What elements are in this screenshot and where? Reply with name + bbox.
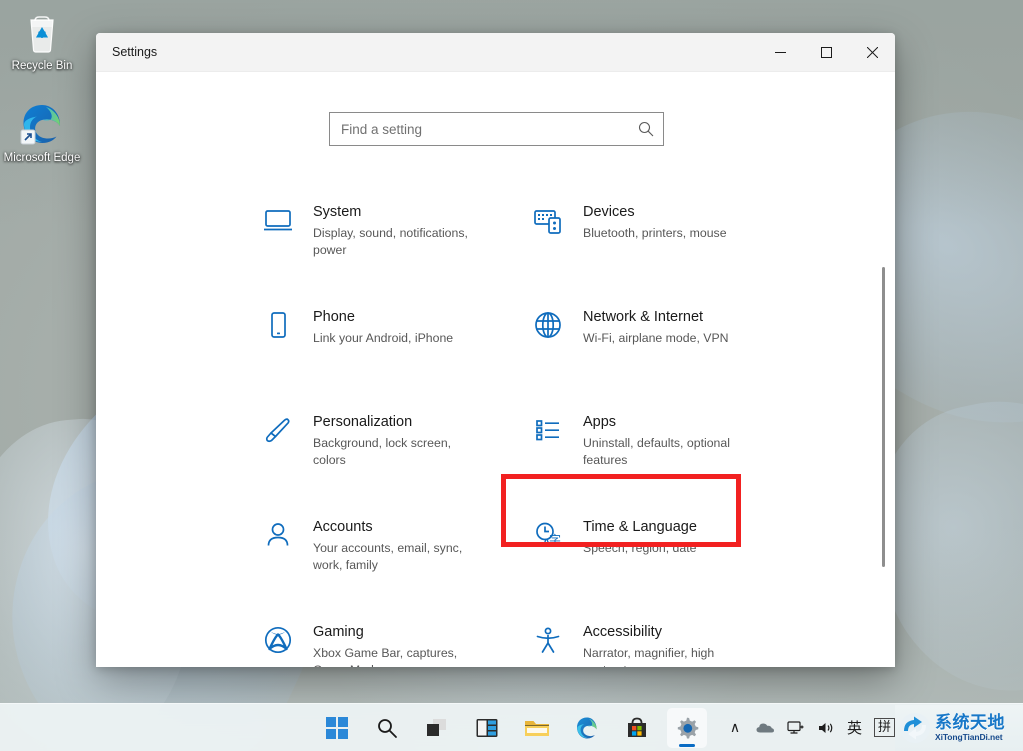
tile-subtitle: Wi-Fi, airplane mode, VPN	[583, 330, 729, 347]
taskbar-button-search[interactable]	[367, 708, 407, 748]
close-button[interactable]	[849, 33, 895, 72]
window-titlebar[interactable]: Settings	[96, 33, 895, 72]
tile-subtitle: Xbox Game Bar, captures, Game Mode	[313, 645, 473, 667]
taskbar-button-widgets[interactable]	[467, 708, 507, 748]
tile-row: Phone Link your Android, iPhone Network …	[246, 297, 855, 402]
taskbar-button-settings[interactable]	[667, 708, 707, 748]
tile-title: System	[313, 203, 473, 222]
taskbar-center-group	[317, 708, 707, 748]
settings-window[interactable]: Settings	[96, 33, 895, 667]
tile-text: System Display, sound, notifications, po…	[300, 202, 473, 259]
tile-subtitle: Narrator, magnifier, high contrast	[583, 645, 743, 667]
tile-text: Apps Uninstall, defaults, optional featu…	[570, 412, 743, 469]
taskbar-button-task-view[interactable]	[417, 708, 457, 748]
person-icon	[256, 517, 300, 550]
paintbrush-icon	[256, 412, 300, 445]
tile-subtitle: Uninstall, defaults, optional features	[583, 435, 743, 469]
xbox-icon	[256, 622, 300, 655]
search-input[interactable]	[341, 122, 637, 137]
taskbar-button-start[interactable]	[317, 708, 357, 748]
tile-subtitle: Your accounts, email, sync, work, family	[313, 540, 473, 574]
clock-language-icon: A 字	[526, 517, 570, 550]
watermark-title-cn: 系统天地	[935, 714, 1005, 731]
ime-language-indicator[interactable]: 英	[847, 717, 862, 738]
list-icon	[526, 412, 570, 445]
search-area	[329, 112, 664, 146]
tile-text: Network & Internet Wi-Fi, airplane mode,…	[570, 307, 729, 347]
show-hidden-icons-button[interactable]: ∧	[727, 719, 743, 736]
edge-icon	[18, 100, 66, 148]
vertical-scrollbar[interactable]	[881, 72, 887, 667]
svg-text:字: 字	[549, 532, 561, 547]
settings-tile-time-language[interactable]: A 字 Time & Language Speech, region, date	[516, 507, 786, 612]
tile-text: Time & Language Speech, region, date	[570, 517, 697, 557]
settings-tile-accounts[interactable]: Accounts Your accounts, email, sync, wor…	[246, 507, 516, 612]
minimize-button[interactable]	[757, 33, 803, 72]
search-box[interactable]	[329, 112, 664, 146]
tile-title: Apps	[583, 413, 743, 432]
tile-title: Time & Language	[583, 518, 697, 537]
tile-title: Accessibility	[583, 623, 743, 642]
settings-tile-apps[interactable]: Apps Uninstall, defaults, optional featu…	[516, 402, 786, 507]
desktop-icon-microsoft-edge[interactable]: Microsoft Edge	[0, 100, 84, 165]
tile-text: Gaming Xbox Game Bar, captures, Game Mod…	[300, 622, 473, 667]
taskbar-button-microsoft-store[interactable]	[617, 708, 657, 748]
accessibility-icon	[526, 622, 570, 655]
recycle-bin-icon	[18, 8, 66, 56]
tile-title: Accounts	[313, 518, 473, 537]
site-watermark: 系统天地 XiTongTianDi.net	[895, 705, 1023, 751]
tile-subtitle: Background, lock screen, colors	[313, 435, 473, 469]
ime-pinyin-indicator[interactable]: 拼	[874, 718, 895, 737]
phone-icon	[256, 307, 300, 340]
tile-title: Personalization	[313, 413, 473, 432]
scrollbar-thumb[interactable]	[882, 267, 885, 567]
settings-tile-network-internet[interactable]: Network & Internet Wi-Fi, airplane mode,…	[516, 297, 786, 402]
tile-text: Devices Bluetooth, printers, mouse	[570, 202, 727, 242]
desktop-icon-label: Recycle Bin	[0, 60, 84, 73]
tile-subtitle: Link your Android, iPhone	[313, 330, 453, 347]
tile-row: Gaming Xbox Game Bar, captures, Game Mod…	[246, 612, 855, 667]
tile-subtitle: Display, sound, notifications, power	[313, 225, 473, 259]
taskbar-button-file-explorer[interactable]	[517, 708, 557, 748]
system-tray: ∧ 英 拼	[727, 717, 895, 738]
search-icon[interactable]	[637, 120, 655, 138]
tile-row: Personalization Background, lock screen,…	[246, 402, 855, 507]
desktop-icon-label: Microsoft Edge	[0, 152, 84, 165]
onedrive-icon[interactable]	[755, 720, 775, 736]
maximize-button[interactable]	[803, 33, 849, 72]
settings-tile-accessibility[interactable]: Accessibility Narrator, magnifier, high …	[516, 612, 786, 667]
tile-text: Phone Link your Android, iPhone	[300, 307, 453, 347]
desktop-icon-recycle-bin[interactable]: Recycle Bin	[0, 8, 84, 73]
watermark-title-en: XiTongTianDi.net	[935, 733, 1005, 742]
tile-title: Devices	[583, 203, 727, 222]
tile-row: System Display, sound, notifications, po…	[246, 192, 855, 297]
settings-tile-gaming[interactable]: Gaming Xbox Game Bar, captures, Game Mod…	[246, 612, 516, 667]
monitor-icon	[256, 202, 300, 235]
taskbar[interactable]: ∧ 英 拼	[0, 703, 1023, 751]
tile-title: Gaming	[313, 623, 473, 642]
settings-tile-devices[interactable]: Devices Bluetooth, printers, mouse	[516, 192, 786, 297]
settings-body: System Display, sound, notifications, po…	[96, 72, 895, 667]
settings-tile-phone[interactable]: Phone Link your Android, iPhone	[246, 297, 516, 402]
devices-icon	[526, 202, 570, 235]
taskbar-button-microsoft-edge[interactable]	[567, 708, 607, 748]
tile-title: Network & Internet	[583, 308, 729, 327]
tile-subtitle: Bluetooth, printers, mouse	[583, 225, 727, 242]
network-icon[interactable]	[787, 720, 805, 736]
tile-subtitle: Speech, region, date	[583, 540, 697, 557]
tile-text: Accounts Your accounts, email, sync, wor…	[300, 517, 473, 574]
watermark-logo-icon	[898, 711, 932, 745]
volume-icon[interactable]	[817, 720, 835, 736]
window-title: Settings	[112, 45, 157, 59]
tile-title: Phone	[313, 308, 453, 327]
tile-row: Accounts Your accounts, email, sync, wor…	[246, 507, 855, 612]
settings-tile-personalization[interactable]: Personalization Background, lock screen,…	[246, 402, 516, 507]
settings-tile-grid: System Display, sound, notifications, po…	[96, 192, 895, 667]
settings-tile-system[interactable]: System Display, sound, notifications, po…	[246, 192, 516, 297]
globe-icon	[526, 307, 570, 340]
tile-text: Accessibility Narrator, magnifier, high …	[570, 622, 743, 667]
tile-text: Personalization Background, lock screen,…	[300, 412, 473, 469]
watermark-text: 系统天地 XiTongTianDi.net	[935, 714, 1005, 742]
